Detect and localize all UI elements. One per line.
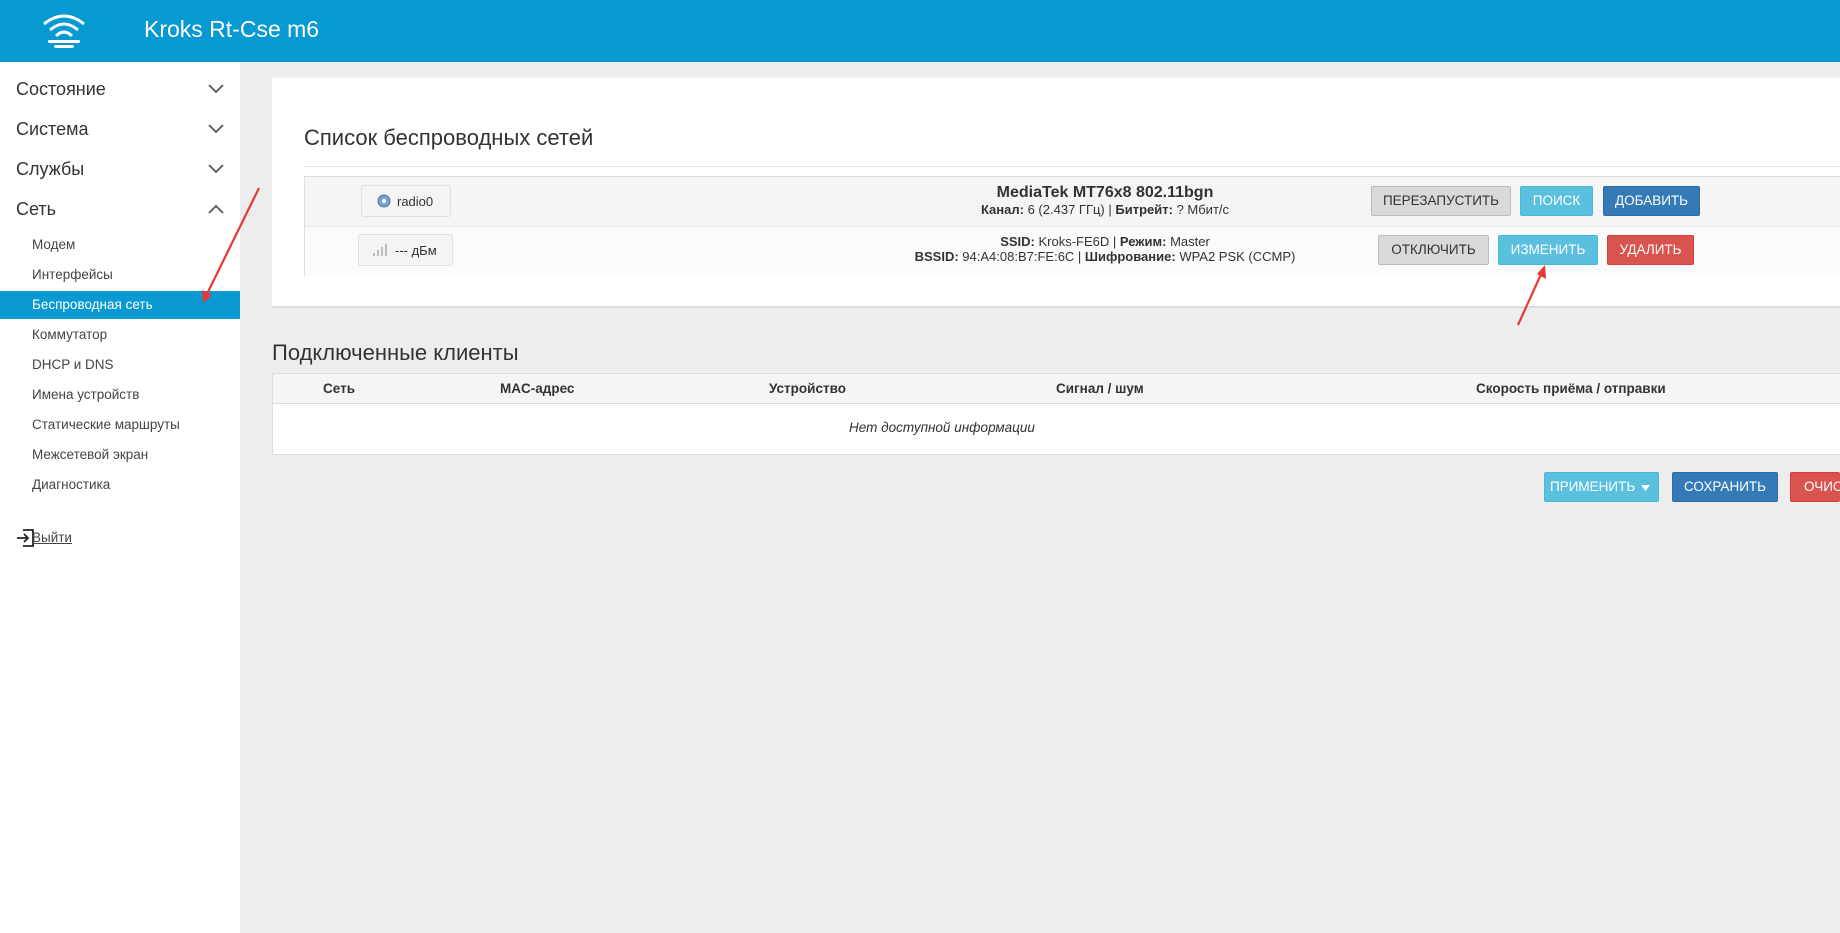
restart-button[interactable]: ПЕРЕЗАПУСТИТЬ: [1371, 186, 1511, 216]
sidebar-item-diagnostics[interactable]: Диагностика: [0, 471, 240, 499]
sidebar-item-firewall[interactable]: Межсетевой экран: [0, 441, 240, 469]
radio-antenna-icon: [377, 194, 391, 208]
column-header: Сигнал / шум: [1056, 381, 1144, 396]
nav-system-label: Система: [16, 119, 89, 139]
sidebar-item-modem[interactable]: Модем: [0, 231, 240, 259]
scan-button[interactable]: ПОИСК: [1520, 186, 1593, 216]
add-button[interactable]: ДОБАВИТЬ: [1603, 186, 1700, 216]
sidebar-item-label: Модем: [32, 237, 76, 252]
nav-status[interactable]: Состояние: [0, 70, 240, 110]
channel-value: 6 (2.437 ГГц): [1027, 202, 1105, 217]
sidebar-item-interfaces[interactable]: Интерфейсы: [0, 261, 240, 289]
reset-button[interactable]: ОЧИСТИТЬ: [1790, 472, 1840, 502]
radio-row: radio0 MediaTek MT76x8 802.11bgn Канал: …: [305, 177, 1840, 227]
sidebar-item-dhcp-dns[interactable]: DHCP и DNS: [0, 351, 240, 379]
wifi-logo-icon: [43, 14, 85, 48]
mode-value: Master: [1170, 234, 1210, 249]
nav-system[interactable]: Система: [0, 110, 240, 150]
logout-label: Выйти: [32, 530, 72, 545]
sidebar-item-switch[interactable]: Коммутатор: [0, 321, 240, 349]
apply-dropdown-button[interactable]: ПРИМЕНИТЬ: [1544, 472, 1659, 502]
wireless-table: radio0 MediaTek MT76x8 802.11bgn Канал: …: [304, 176, 1840, 276]
clients-table: Сеть MAC-адрес Устройство Сигнал / шум С…: [272, 373, 1840, 455]
nav-network[interactable]: Сеть: [0, 190, 240, 230]
column-header: Скорость приёма / отправки: [1476, 381, 1666, 396]
nav-services-label: Службы: [16, 159, 85, 179]
signal-strength-icon: [373, 244, 387, 256]
sidebar-item-label: DHCP и DNS: [32, 357, 114, 372]
sidebar-item-label: Межсетевой экран: [32, 447, 149, 462]
encryption-label: Шифрование:: [1084, 249, 1176, 264]
sidebar-item-wireless[interactable]: Беспроводная сеть: [0, 291, 240, 319]
chevron-down-icon: [208, 164, 224, 174]
column-header: MAC-адрес: [500, 381, 575, 396]
sidebar-item-static-routes[interactable]: Статические маршруты: [0, 411, 240, 439]
save-button[interactable]: СОХРАНИТЬ: [1672, 472, 1778, 502]
nav-services[interactable]: Службы: [0, 150, 240, 190]
delete-button[interactable]: УДАЛИТЬ: [1607, 235, 1694, 265]
apply-label: ПРИМЕНИТЬ: [1550, 479, 1636, 494]
ssid-label: SSID:: [1000, 234, 1035, 249]
column-header: Устройство: [769, 381, 846, 396]
empty-message: Нет доступной информации: [849, 420, 1035, 435]
divider: [304, 166, 1840, 167]
disable-button[interactable]: ОТКЛЮЧИТЬ: [1378, 235, 1489, 265]
signal-label: --- дБм: [395, 243, 437, 258]
sidebar-item-label: Статические маршруты: [32, 417, 180, 432]
nav-status-label: Состояние: [16, 79, 106, 99]
edit-button[interactable]: ИЗМЕНИТЬ: [1498, 235, 1598, 265]
signal-badge: --- дБм: [358, 234, 453, 266]
column-header: Сеть: [323, 381, 355, 396]
chevron-down-icon: [208, 84, 224, 94]
sidebar: Состояние Система Службы Сеть Модем Инте…: [0, 62, 240, 933]
nav-network-label: Сеть: [16, 199, 57, 219]
clients-table-header: Сеть MAC-адрес Устройство Сигнал / шум С…: [273, 374, 1840, 404]
radio-device-label: radio0: [397, 194, 434, 209]
sidebar-item-label: Коммутатор: [32, 327, 108, 342]
chevron-down-icon: [208, 124, 224, 134]
mode-label: Режим:: [1119, 234, 1167, 249]
router-title: Kroks Rt-Cse m6: [144, 16, 320, 42]
wireless-title: Список беспроводных сетей: [304, 125, 594, 150]
channel-label: Канал:: [980, 202, 1024, 217]
encryption-value: WPA2 PSK (CCMP): [1179, 249, 1296, 264]
sidebar-item-label: Диагностика: [32, 477, 111, 492]
bitrate-label: Битрейт:: [1115, 202, 1173, 217]
top-bar: Kroks Rt-Cse m6: [0, 0, 1840, 62]
network-row: --- дБм SSID: Kroks-FE6D | Режим: Master…: [305, 227, 1840, 276]
sidebar-item-label: Интерфейсы: [32, 267, 113, 282]
bitrate-value: ? Мбит/с: [1176, 202, 1230, 217]
wireless-card: Список беспроводных сетей radio0 MediaTe…: [272, 78, 1840, 308]
bssid-value: 94:A4:08:B7:FE:6C: [962, 249, 1075, 264]
chevron-up-icon: [208, 204, 224, 214]
sidebar-item-label: Беспроводная сеть: [32, 297, 153, 312]
clients-title: Подключенные клиенты: [272, 340, 519, 365]
radio-device-badge[interactable]: radio0: [361, 185, 451, 217]
ssid-value: Kroks-FE6D: [1038, 234, 1110, 249]
caret-down-icon: [1641, 485, 1650, 491]
sidebar-item-hostnames[interactable]: Имена устройств: [0, 381, 240, 409]
sidebar-item-label: Имена устройств: [32, 387, 140, 402]
bssid-label: BSSID:: [914, 249, 959, 264]
